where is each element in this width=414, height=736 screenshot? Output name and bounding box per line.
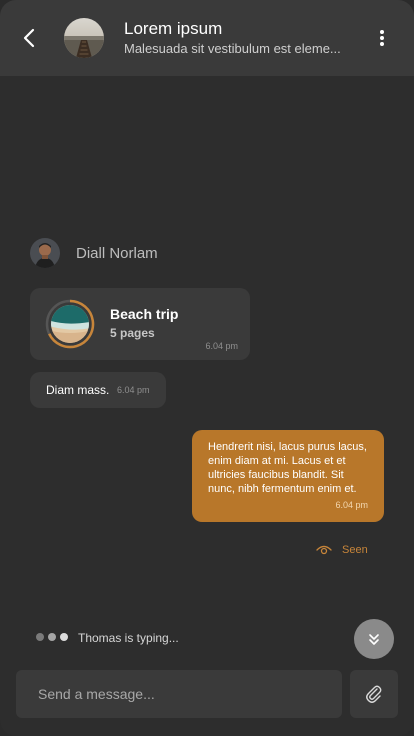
typing-indicator-text: Thomas is typing... (78, 631, 179, 645)
chat-header: Lorem ipsum Malesuada sit vestibulum est… (0, 0, 414, 76)
chevron-left-icon (23, 28, 35, 48)
attach-button[interactable] (350, 670, 398, 718)
message-timestamp: 6.04 pm (335, 500, 368, 510)
contact-avatar[interactable] (64, 18, 104, 58)
eye-icon (316, 545, 332, 555)
message-text: Diam mass. (46, 383, 110, 397)
paperclip-icon (366, 685, 382, 703)
more-menu-button[interactable] (372, 26, 392, 50)
file-attachment-card[interactable]: Beach trip 5 pages 6.04 pm (30, 288, 250, 360)
sender-name: Diall Norlam (76, 245, 158, 262)
message-input[interactable] (16, 670, 342, 718)
file-thumbnail (45, 299, 95, 349)
message-timestamp: 6.04 pm (205, 341, 238, 351)
message-timestamp: 6.04 pm (117, 385, 150, 395)
scroll-to-bottom-button[interactable] (354, 619, 394, 659)
typing-indicator-dots (36, 633, 70, 643)
file-title: Beach trip (110, 306, 179, 322)
message-text: Hendrerit nisi, lacus purus lacus, enim … (208, 441, 367, 495)
more-vertical-icon (380, 30, 384, 46)
seen-status: Seen (342, 544, 368, 556)
message-composer (16, 670, 342, 718)
file-page-count: 5 pages (110, 326, 155, 340)
chat-subtitle: Malesuada sit vestibulum est eleme... (124, 41, 341, 56)
chevrons-down-icon (369, 634, 379, 645)
chat-screen: Lorem ipsum Malesuada sit vestibulum est… (0, 0, 414, 736)
outgoing-message-bubble[interactable]: Hendrerit nisi, lacus purus lacus, enim … (192, 430, 384, 522)
chat-title: Lorem ipsum (124, 19, 223, 38)
back-button[interactable] (18, 26, 42, 50)
incoming-message-bubble[interactable]: Diam mass. 6.04 pm (30, 372, 166, 408)
sender-avatar[interactable] (30, 238, 60, 268)
